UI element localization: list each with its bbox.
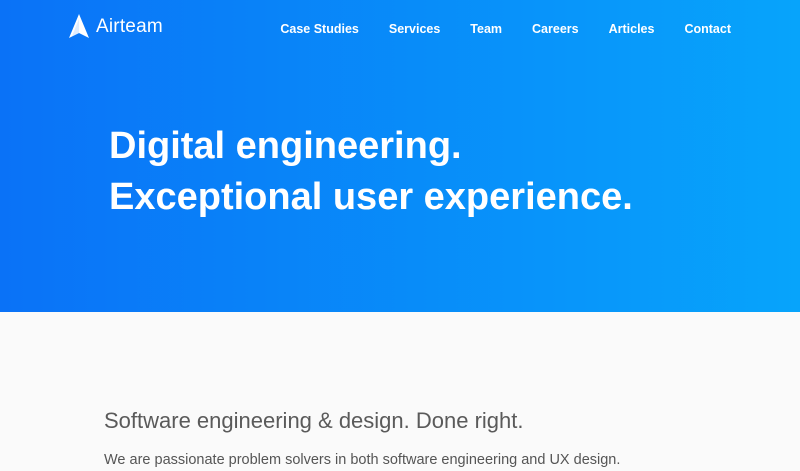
brand-name: Airteam bbox=[96, 16, 163, 37]
nav-item-case-studies[interactable]: Case Studies bbox=[280, 22, 359, 36]
intro-body: We are passionate problem solvers in bot… bbox=[104, 452, 621, 468]
nav-item-services[interactable]: Services bbox=[389, 22, 440, 36]
hero-section: Airteam Case Studies Services Team Caree… bbox=[0, 0, 800, 312]
nav-item-careers[interactable]: Careers bbox=[532, 22, 579, 36]
airteam-logo-icon bbox=[69, 14, 89, 38]
hero-headline-line-1: Digital engineering. bbox=[109, 125, 462, 167]
main-nav: Case Studies Services Team Careers Artic… bbox=[280, 22, 731, 36]
intro-heading: Software engineering & design. Done righ… bbox=[104, 408, 524, 433]
nav-item-contact[interactable]: Contact bbox=[684, 22, 731, 36]
hero-headline-line-2: Exceptional user experience. bbox=[109, 176, 633, 218]
nav-item-articles[interactable]: Articles bbox=[609, 22, 655, 36]
hero-headline: Digital engineering. Exceptional user ex… bbox=[109, 121, 633, 223]
brand-logo-link[interactable]: Airteam bbox=[68, 14, 163, 40]
intro-section: Software engineering & design. Done righ… bbox=[104, 408, 744, 468]
nav-item-team[interactable]: Team bbox=[470, 22, 502, 36]
